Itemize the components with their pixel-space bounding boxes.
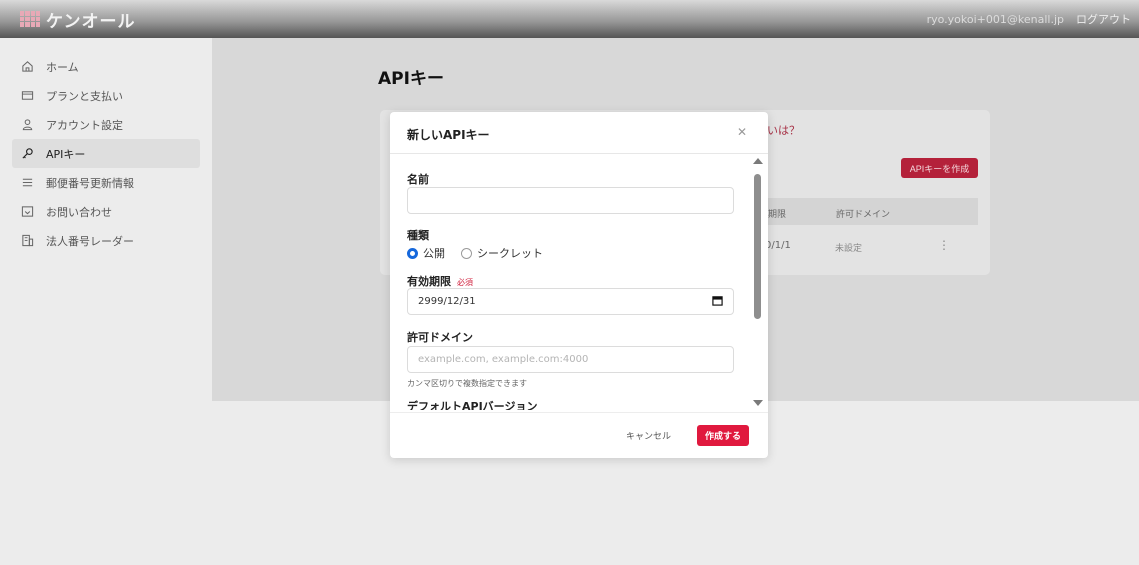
radio-public[interactable]: [407, 247, 418, 259]
inbox-icon: [20, 205, 34, 219]
sidebar-item-label: アカウント設定: [46, 118, 123, 132]
sidebar-item-label: ホーム: [46, 60, 79, 74]
modal-title: 新しいAPIキー: [407, 128, 490, 142]
create-button[interactable]: 作成する: [697, 425, 749, 446]
row-domain: 未設定: [835, 244, 863, 254]
user-icon: [20, 118, 34, 132]
calendar-icon[interactable]: [712, 295, 723, 309]
table-header: 期限 許可ドメイン: [763, 198, 978, 225]
brand-name: ケンオール: [46, 11, 136, 32]
logout-link[interactable]: ログアウト: [1076, 11, 1131, 27]
sidebar-item-api-keys[interactable]: APIキー: [12, 139, 200, 168]
modal-body: 名前 種類 公開 シークレット 有効期限 必須 2999/12/31 許可ドメイン…: [390, 155, 768, 410]
row-expiry: 0/1/1: [765, 240, 791, 251]
header-user-area: ryo.yokoi+001@kenall.jp ログアウト: [927, 11, 1131, 27]
expiry-label: 有効期限 必須: [407, 273, 473, 289]
domain-label: 許可ドメイン: [407, 331, 473, 344]
credit-card-icon: [20, 89, 34, 103]
type-radio-group: 公開 シークレット: [407, 245, 559, 261]
column-header-expiry: 期限: [768, 210, 787, 220]
list-icon: [20, 176, 34, 190]
name-input[interactable]: [407, 187, 734, 214]
sidebar: ホーム プランと支払い アカウント設定 APIキー 郵便番号更新情報 お問い合わ…: [0, 38, 212, 565]
sidebar-item-plan[interactable]: プランと支払い: [12, 81, 200, 110]
user-email: ryo.yokoi+001@kenall.jp: [926, 12, 1064, 26]
sidebar-item-label: 郵便番号更新情報: [46, 176, 134, 190]
home-icon: [20, 60, 34, 74]
sidebar-item-label: APIキー: [46, 147, 86, 161]
brand-logo[interactable]: ケンオール: [20, 7, 136, 32]
sidebar-item-home[interactable]: ホーム: [12, 52, 200, 81]
domain-hint: カンマ区切りで複数指定できます: [407, 379, 527, 388]
sidebar-item-label: プランと支払い: [46, 89, 123, 103]
expiry-date-value: 2999/12/31: [418, 296, 476, 307]
create-api-key-button[interactable]: APIキーを作成: [901, 158, 978, 178]
type-label: 種類: [407, 229, 429, 242]
building-icon: [20, 234, 34, 248]
radio-secret-label[interactable]: シークレット: [477, 245, 543, 261]
expiry-label-text: 有効期限: [407, 275, 451, 288]
required-badge: 必須: [457, 278, 473, 287]
sidebar-item-label: 法人番号レーダー: [46, 234, 134, 248]
help-link[interactable]: いは？: [767, 122, 800, 138]
radio-public-label[interactable]: 公開: [423, 245, 445, 261]
close-icon[interactable]: ✕: [735, 125, 749, 139]
sidebar-item-postal-updates[interactable]: 郵便番号更新情報: [12, 168, 200, 197]
sidebar-item-corporate-radar[interactable]: 法人番号レーダー: [12, 226, 200, 255]
sidebar-item-label: お問い合わせ: [46, 205, 112, 219]
modal-header: 新しいAPIキー ✕: [390, 112, 768, 154]
domain-input[interactable]: [407, 346, 734, 373]
column-header-domain: 許可ドメイン: [836, 210, 891, 220]
radio-secret[interactable]: [461, 247, 472, 259]
expiry-date-input[interactable]: 2999/12/31: [407, 288, 734, 315]
row-menu-icon[interactable]: ⋮: [938, 238, 950, 252]
api-version-label: デフォルトAPIバージョン: [407, 400, 538, 410]
sidebar-item-contact[interactable]: お問い合わせ: [12, 197, 200, 226]
logo-mark-icon: [20, 11, 40, 27]
scroll-down-icon[interactable]: [753, 400, 763, 406]
cancel-button[interactable]: キャンセル: [626, 425, 671, 445]
modal-footer: キャンセル 作成する: [390, 412, 768, 458]
name-label: 名前: [407, 173, 429, 186]
sidebar-item-account[interactable]: アカウント設定: [12, 110, 200, 139]
top-header: ケンオール ryo.yokoi+001@kenall.jp ログアウト: [0, 0, 1139, 38]
scroll-thumb[interactable]: [754, 174, 761, 319]
scroll-up-icon[interactable]: [753, 158, 763, 164]
modal-scrollbar[interactable]: [752, 158, 764, 408]
page-title: APIキー: [378, 69, 444, 89]
new-api-key-dialog: 新しいAPIキー ✕ 名前 種類 公開 シークレット 有効期限 必須 2999/1…: [390, 112, 768, 458]
key-icon: [20, 147, 34, 161]
